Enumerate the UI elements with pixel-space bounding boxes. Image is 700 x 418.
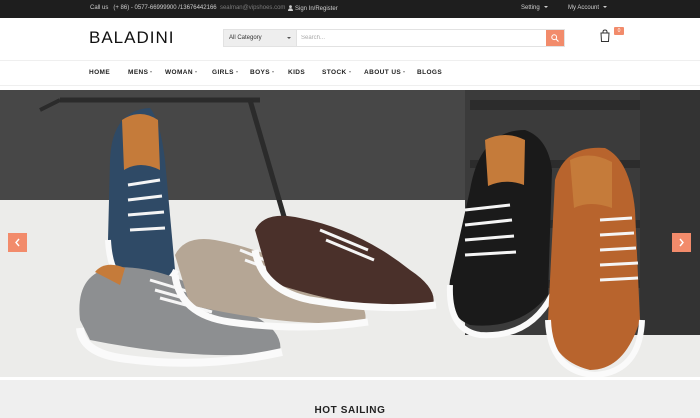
search-button[interactable] — [546, 30, 564, 46]
nav-item-blogs[interactable]: BLOGS — [417, 69, 442, 76]
nav-item-stock[interactable]: STOCK — [322, 69, 351, 76]
cart-icon[interactable] — [598, 29, 612, 43]
my-account-dropdown[interactable]: My Account — [568, 5, 608, 11]
nav-item-about-us[interactable]: ABOUT US — [364, 69, 406, 76]
chevron-down-icon — [603, 6, 608, 8]
chevron-down-icon — [348, 71, 351, 73]
hero-sneakers-image — [0, 90, 700, 377]
account-label: My Account — [568, 5, 600, 11]
nav-item-girls[interactable]: GIRLS — [212, 69, 238, 76]
contact-info: Call us (+ 86) - 0577-66999900 /13676442… — [90, 5, 285, 11]
nav-label: GIRLS — [212, 69, 234, 76]
slider-next-button[interactable] — [672, 233, 691, 252]
chevron-left-icon — [15, 238, 20, 247]
category-selected: All Category — [229, 35, 262, 41]
nav-item-woman[interactable]: WOMAN — [165, 69, 197, 76]
phone-number: (+ 86) - 0577-66999900 /13676442166 — [113, 5, 217, 11]
category-select[interactable]: All Category — [224, 30, 297, 46]
nav-label: STOCK — [322, 69, 347, 76]
chevron-down-icon — [543, 6, 548, 8]
nav-label: BLOGS — [417, 69, 443, 76]
user-icon — [288, 5, 293, 11]
chevron-down-icon — [195, 71, 197, 73]
search-icon — [551, 34, 559, 42]
nav-label: KIDS — [288, 69, 306, 76]
main-nav: HOME MENS WOMAN GIRLS BOYS KIDS STOCK AB… — [0, 60, 700, 86]
contact-label: Call us — [90, 5, 109, 11]
nav-label: HOME — [89, 69, 111, 76]
nav-label: BOYS — [250, 69, 271, 76]
section-title: HOT SAILING — [314, 405, 386, 416]
chevron-down-icon — [150, 71, 153, 73]
nav-label: WOMAN — [165, 69, 193, 76]
logo[interactable]: BALADINI — [89, 28, 174, 48]
hero-banner — [0, 90, 700, 377]
top-bar: Call us (+ 86) - 0577-66999900 /13676442… — [0, 0, 700, 18]
chevron-down-icon — [272, 71, 275, 73]
nav-item-kids[interactable]: KIDS — [288, 69, 305, 76]
nav-label: MENS — [128, 69, 149, 76]
setting-dropdown[interactable]: Setting — [521, 5, 548, 11]
nav-item-home[interactable]: HOME — [89, 69, 110, 76]
slider-prev-button[interactable] — [8, 233, 27, 252]
nav-label: ABOUT US — [364, 69, 402, 76]
nav-item-boys[interactable]: BOYS — [250, 69, 275, 76]
signin-link[interactable]: Sign In/Register — [288, 5, 338, 12]
chevron-down-icon — [287, 37, 291, 39]
email-link[interactable]: sealman@vipshoes.com — [220, 5, 285, 11]
chevron-down-icon — [403, 71, 406, 73]
search-box: All Category — [223, 29, 565, 47]
search-input[interactable] — [301, 30, 546, 46]
setting-label: Setting — [521, 5, 540, 11]
nav-item-mens[interactable]: MENS — [128, 69, 153, 76]
chevron-down-icon — [235, 71, 238, 73]
signin-label: Sign In/Register — [295, 6, 338, 12]
cart-count-badge: 0 — [614, 27, 624, 35]
chevron-right-icon — [679, 238, 684, 247]
